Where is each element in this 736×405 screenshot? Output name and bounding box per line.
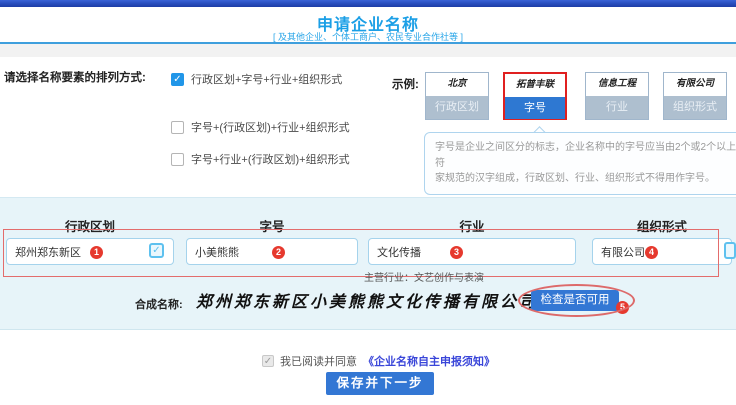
example-category-tag: 字号 bbox=[505, 97, 565, 119]
checkbox-unchecked-icon[interactable]: ✓ bbox=[171, 153, 184, 166]
tooltip-line-1: 字号是企业之间区分的标志，企业名称中的字号应当由2个或2个以上符 bbox=[435, 140, 736, 171]
industry-input[interactable] bbox=[368, 238, 576, 265]
example-category-tag: 组织形式 bbox=[664, 96, 726, 119]
agreement-checkbox-icon[interactable]: ✓ bbox=[262, 355, 274, 367]
field-header-orgform: 组织形式 bbox=[592, 216, 732, 235]
arrangement-option-label: 字号+(行政区划)+行业+组织形式 bbox=[191, 119, 350, 135]
annotation-badge-4: 4 bbox=[645, 246, 658, 259]
example-box-tradename-selected: 拓普丰联 字号 bbox=[503, 72, 567, 120]
field-header-industry: 行业 bbox=[368, 216, 576, 235]
arrangement-option-3[interactable]: ✓ 字号+行业+(行政区划)+组织形式 bbox=[171, 151, 350, 167]
example-category-tag: 行政区划 bbox=[426, 96, 488, 119]
arrangement-option-label: 行政区划+字号+行业+组织形式 bbox=[191, 71, 342, 87]
example-box-region: 北京 行政区划 bbox=[425, 72, 489, 120]
arrangement-option-1[interactable]: ✓ 行政区划+字号+行业+组织形式 bbox=[171, 71, 342, 87]
example-name: 拓普丰联 bbox=[505, 74, 565, 97]
composed-name-value: 郑州郑东新区小美熊熊文化传播有限公司 bbox=[196, 288, 526, 312]
example-name: 信息工程 bbox=[586, 73, 648, 96]
tooltip-line-2: 家规范的汉字组成，行政区划、行业、组织形式不得用作字号。 bbox=[435, 171, 736, 187]
composed-name-label: 合成名称: bbox=[135, 296, 183, 312]
agreement-text: 我已阅读并同意 bbox=[280, 353, 357, 369]
division-picker-icon[interactable]: ✓ bbox=[149, 243, 164, 258]
annotation-badge-3: 3 bbox=[450, 246, 463, 259]
agreement-row: ✓ 我已阅读并同意 《企业名称自主申报须知》 bbox=[262, 353, 495, 369]
window-top-bar bbox=[0, 0, 736, 7]
arrangement-option-2[interactable]: ✓ 字号+(行政区划)+行业+组织形式 bbox=[171, 119, 350, 135]
annotation-badge-5: 5 bbox=[616, 301, 629, 314]
header-strip bbox=[0, 44, 736, 57]
annotation-badge-1: 1 bbox=[90, 246, 103, 259]
example-category-tag: 行业 bbox=[586, 96, 648, 119]
example-name: 北京 bbox=[426, 73, 488, 96]
annotation-badge-2: 2 bbox=[272, 246, 285, 259]
checkbox-checked-icon[interactable]: ✓ bbox=[171, 73, 184, 86]
field-header-tradename: 字号 bbox=[186, 216, 358, 235]
tradename-tooltip: 字号是企业之间区分的标志，企业名称中的字号应当由2个或2个以上符 家规范的汉字组… bbox=[424, 132, 736, 195]
example-label: 示例: bbox=[392, 76, 419, 92]
orgform-input[interactable] bbox=[592, 238, 732, 265]
checkbox-unchecked-icon[interactable]: ✓ bbox=[171, 121, 184, 134]
application-page: 申请企业名称 [ 及其他企业、个体工商户、农民专业合作社等 ] 请选择名称要素的… bbox=[0, 0, 736, 405]
field-header-division: 行政区划 bbox=[6, 216, 174, 235]
example-box-industry: 信息工程 行业 bbox=[585, 72, 649, 120]
save-next-button[interactable]: 保存并下一步 bbox=[326, 372, 434, 395]
industry-note: 主营行业：文艺创作与表演 bbox=[364, 269, 484, 284]
check-availability-button[interactable]: 检查是否可用 bbox=[531, 290, 619, 311]
agreement-notice-link[interactable]: 《企业名称自主申报须知》 bbox=[363, 353, 495, 369]
arrangement-label: 请选择名称要素的排列方式: bbox=[4, 69, 146, 85]
example-box-orgform: 有限公司 组织形式 bbox=[663, 72, 727, 120]
arrangement-option-label: 字号+行业+(行政区划)+组织形式 bbox=[191, 151, 350, 167]
orgform-picker-icon[interactable] bbox=[724, 242, 736, 259]
example-name: 有限公司 bbox=[664, 73, 726, 96]
